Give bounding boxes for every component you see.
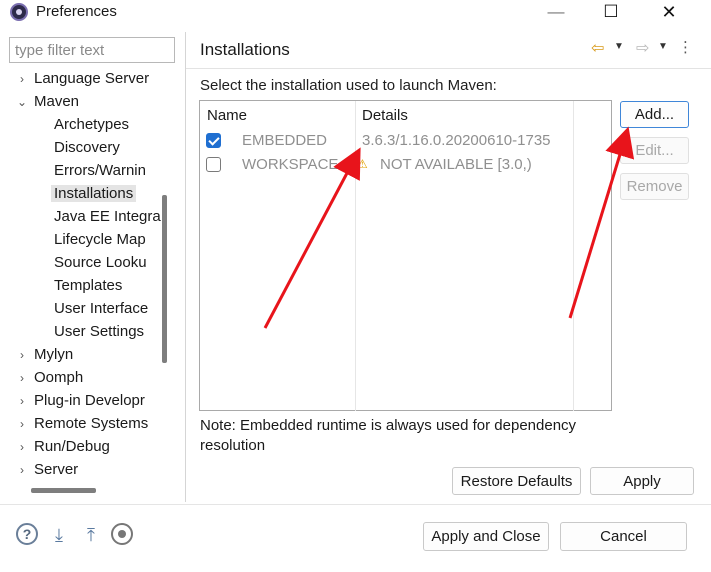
cancel-button[interactable]: Cancel xyxy=(560,522,687,551)
tree-item-maven[interactable]: ⌄ Maven xyxy=(9,91,79,113)
tree-item-user-interface[interactable]: User Interface xyxy=(54,298,148,320)
row-checkbox[interactable] xyxy=(206,133,221,148)
footer-divider xyxy=(0,504,711,505)
minimize-button[interactable]: — xyxy=(533,0,579,26)
row-details: NOT AVAILABLE [3.0,) xyxy=(380,156,532,173)
tree-item-label: Maven xyxy=(34,93,80,110)
import-icon[interactable]: ⤓ xyxy=(47,523,71,547)
column-header-name[interactable]: Name xyxy=(207,107,247,124)
tree-item-label: Plug-in Developr xyxy=(34,392,145,409)
add-button[interactable]: Add... xyxy=(620,101,689,128)
preference-tree: › Language Server ⌄ Maven Archetypes Dis… xyxy=(9,68,169,483)
tree-item-templates[interactable]: Templates xyxy=(54,275,122,297)
tree-item-plugin-development[interactable]: › Plug-in Developr xyxy=(9,390,145,412)
tree-item-label: Oomph xyxy=(34,369,84,386)
tree-item-label: Language Server xyxy=(34,70,150,87)
tree-horizontal-scrollbar[interactable] xyxy=(31,488,96,493)
tree-item-discovery[interactable]: Discovery xyxy=(54,137,120,159)
installations-table: Name Details EMBEDDED 3.6.3/1.16.0.20200… xyxy=(199,100,612,411)
filter-input[interactable] xyxy=(9,37,175,63)
tree-item-label: Run/Debug xyxy=(34,438,110,455)
tree-item-lifecycle-mappings[interactable]: Lifecycle Map xyxy=(54,229,146,251)
help-icon[interactable]: ? xyxy=(16,523,38,545)
maximize-button[interactable]: ☐ xyxy=(588,0,634,26)
tree-item-label: Discovery xyxy=(54,139,120,156)
back-arrow-icon[interactable]: ⇦ xyxy=(591,38,604,58)
chevron-right-icon[interactable]: › xyxy=(15,413,29,435)
close-button[interactable]: ✕ xyxy=(646,0,692,26)
apply-and-close-button[interactable]: Apply and Close xyxy=(423,522,549,551)
row-name: WORKSPACE xyxy=(242,156,339,173)
forward-dropdown-icon[interactable]: ▼ xyxy=(658,41,668,52)
header-divider xyxy=(186,68,711,69)
chevron-right-icon[interactable]: › xyxy=(15,68,29,90)
chevron-right-icon[interactable]: › xyxy=(15,344,29,366)
tree-item-user-settings[interactable]: User Settings xyxy=(54,321,144,343)
tree-item-label: Templates xyxy=(54,277,123,294)
chevron-right-icon[interactable]: › xyxy=(15,459,29,481)
tree-item-java-ee-integration[interactable]: Java EE Integra xyxy=(54,206,161,228)
edit-button[interactable]: Edit... xyxy=(620,137,689,164)
row-checkbox[interactable] xyxy=(206,157,221,172)
tree-item-oomph[interactable]: › Oomph xyxy=(9,367,83,389)
panel-divider[interactable] xyxy=(185,32,186,502)
tree-item-source-lookup[interactable]: Source Looku xyxy=(54,252,147,274)
tree-item-label: User Settings xyxy=(54,323,145,340)
embedded-runtime-note: Note: Embedded runtime is always used fo… xyxy=(200,417,577,454)
view-menu-icon[interactable]: ⋮ xyxy=(678,38,693,56)
tree-item-language-server[interactable]: › Language Server xyxy=(9,68,149,90)
tree-item-label: Source Looku xyxy=(54,254,147,271)
eclipse-app-icon xyxy=(10,3,28,21)
back-dropdown-icon[interactable]: ▼ xyxy=(614,41,624,52)
chevron-right-icon[interactable]: › xyxy=(15,367,29,389)
select-installation-label: Select the installation used to launch M… xyxy=(200,77,497,94)
tree-item-errors-warnings[interactable]: Errors/Warnin xyxy=(54,160,146,182)
window-title: Preferences xyxy=(36,3,117,20)
chevron-right-icon[interactable]: › xyxy=(15,390,29,412)
tree-item-mylyn[interactable]: › Mylyn xyxy=(9,344,73,366)
warning-icon: ⚠ xyxy=(357,157,368,171)
tree-vertical-scrollbar[interactable] xyxy=(162,195,167,363)
remove-button[interactable]: Remove xyxy=(620,173,689,200)
tree-item-server[interactable]: › Server xyxy=(9,459,78,481)
forward-arrow-icon[interactable]: ⇨ xyxy=(636,38,649,58)
apply-button[interactable]: Apply xyxy=(590,467,694,495)
tree-item-run-debug[interactable]: › Run/Debug xyxy=(9,436,110,458)
tree-item-label: Java EE Integra xyxy=(54,208,161,225)
column-separator[interactable] xyxy=(573,101,574,411)
restore-defaults-button[interactable]: Restore Defaults xyxy=(452,467,581,495)
export-icon[interactable]: ⤒ xyxy=(79,523,103,547)
tree-item-label: Lifecycle Map xyxy=(54,231,146,248)
tree-item-label: Server xyxy=(34,461,79,478)
tree-item-label: User Interface xyxy=(54,300,149,317)
tree-item-label: Errors/Warnin xyxy=(54,162,146,179)
tree-item-label: Remote Systems xyxy=(34,415,149,432)
tree-item-label: Archetypes xyxy=(54,116,130,133)
row-name: EMBEDDED xyxy=(242,132,328,149)
tree-item-remote-systems[interactable]: › Remote Systems xyxy=(9,413,148,435)
page-title: Installations xyxy=(200,40,290,59)
row-details: 3.6.3/1.16.0.20200610-1735 xyxy=(362,132,551,149)
tree-item-label: Installations xyxy=(51,185,137,202)
tree-item-archetypes[interactable]: Archetypes xyxy=(54,114,129,136)
chevron-down-icon[interactable]: ⌄ xyxy=(15,91,29,113)
chevron-right-icon[interactable]: › xyxy=(15,436,29,458)
column-header-details[interactable]: Details xyxy=(362,107,408,124)
column-separator[interactable] xyxy=(355,101,356,411)
record-icon[interactable] xyxy=(111,523,133,545)
tree-item-installations[interactable]: Installations xyxy=(51,183,137,205)
tree-item-label: Mylyn xyxy=(34,346,74,363)
